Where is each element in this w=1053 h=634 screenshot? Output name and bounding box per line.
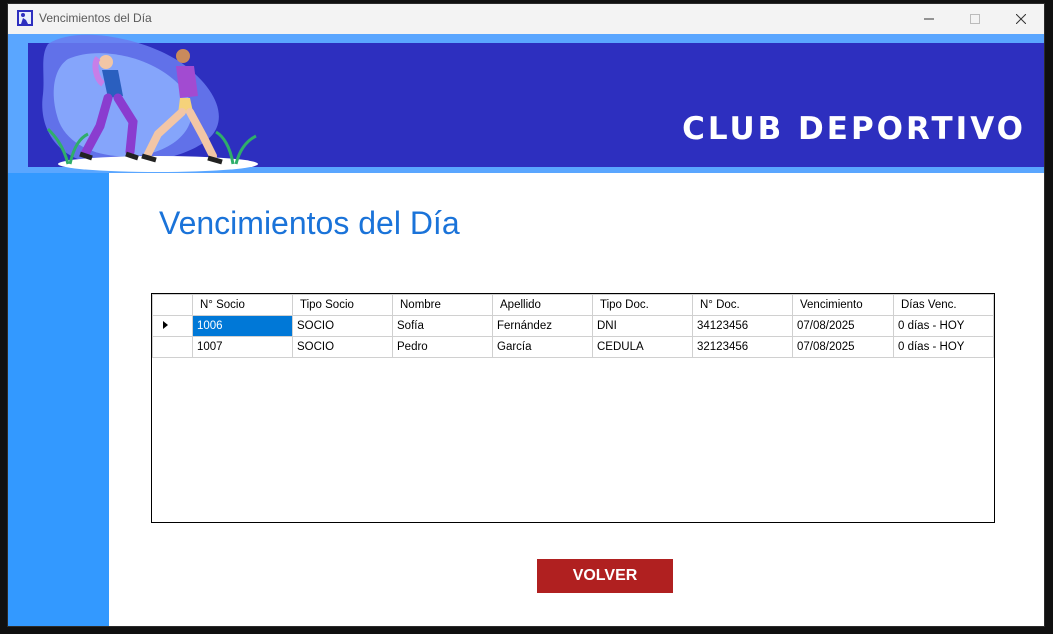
column-header[interactable]: Tipo Doc. [592,294,693,316]
maximize-icon [970,14,980,24]
table-row[interactable]: 1007 SOCIO Pedro García CEDULA 32123456 … [152,336,994,358]
table-row[interactable]: 1006 SOCIO Sofía Fernández DNI 34123456 … [152,315,994,337]
page-title: Vencimientos del Día [159,205,460,241]
close-button[interactable] [998,4,1044,34]
table-cell[interactable]: García [492,336,593,358]
table-cell[interactable]: CEDULA [592,336,693,358]
runners-illustration [8,34,258,174]
maximize-button[interactable] [952,4,998,34]
table-cell[interactable]: 0 días - HOY [893,336,994,358]
minimize-button[interactable] [906,4,952,34]
close-icon [1016,14,1026,24]
column-header[interactable]: Días Venc. [893,294,994,316]
table-cell[interactable]: SOCIO [292,315,393,337]
column-header[interactable]: N° Doc. [692,294,793,316]
table-cell[interactable]: 07/08/2025 [792,336,894,358]
row-header-corner [152,294,193,316]
vencimientos-grid[interactable]: N° Socio Tipo Socio Nombre Apellido Tipo… [151,293,995,523]
table-cell[interactable]: 32123456 [692,336,793,358]
volver-button[interactable]: VOLVER [537,559,673,593]
column-header[interactable]: N° Socio [192,294,293,316]
table-cell[interactable]: 1007 [192,336,293,358]
left-sidebar [8,173,109,626]
column-header[interactable]: Apellido [492,294,593,316]
table-cell[interactable]: 07/08/2025 [792,315,894,337]
current-row-arrow-icon [163,321,168,329]
column-header[interactable]: Nombre [392,294,493,316]
app-window: Vencimientos del Día CLUB DEPORTIVO Venc… [8,4,1044,626]
window-title: Vencimientos del Día [39,11,152,25]
table-cell[interactable]: Fernández [492,315,593,337]
app-icon [17,10,33,26]
table-cell[interactable]: DNI [592,315,693,337]
table-cell[interactable]: 34123456 [692,315,793,337]
row-header-current[interactable] [152,315,193,337]
row-header[interactable] [152,336,193,358]
column-header[interactable]: Tipo Socio [292,294,393,316]
table-cell[interactable]: Sofía [392,315,493,337]
title-bar: Vencimientos del Día [8,4,1044,34]
data-grid-table: N° Socio Tipo Socio Nombre Apellido Tipo… [152,294,994,358]
table-cell[interactable]: 1006 [192,315,293,337]
table-cell[interactable]: SOCIO [292,336,393,358]
minimize-icon [924,18,934,20]
header-row: N° Socio Tipo Socio Nombre Apellido Tipo… [152,294,994,316]
column-header[interactable]: Vencimiento [792,294,894,316]
banner-title: CLUB DEPORTIVO [682,111,1026,147]
table-cell[interactable]: 0 días - HOY [893,315,994,337]
table-cell[interactable]: Pedro [392,336,493,358]
